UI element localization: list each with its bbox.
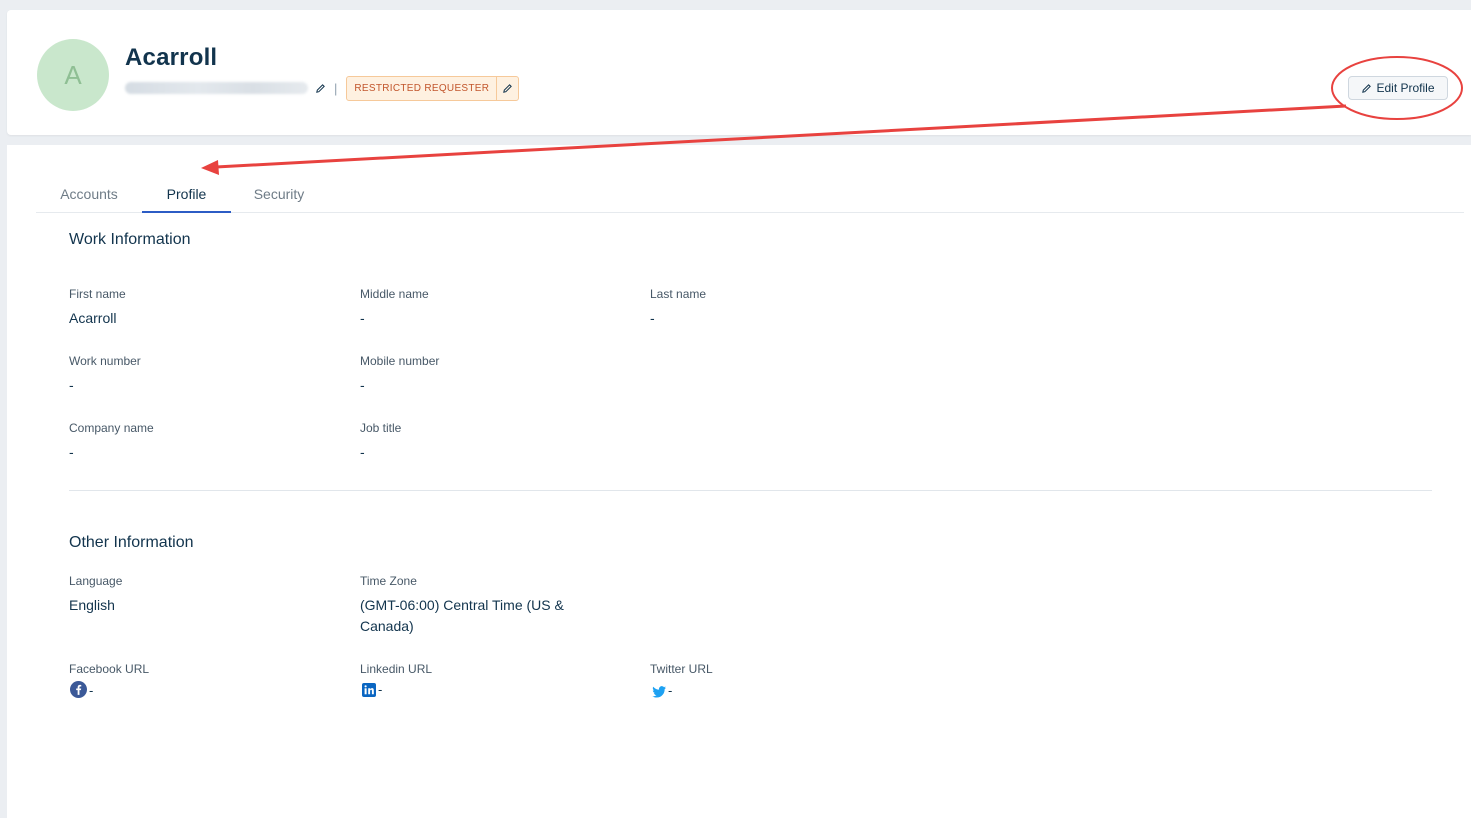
facebook-icon: [70, 681, 87, 698]
email-redacted: [125, 82, 308, 94]
edit-role-pencil-icon[interactable]: [496, 76, 518, 100]
other-information-title: Other Information: [69, 534, 194, 551]
time-zone-label: Time Zone: [360, 574, 417, 588]
twitter-url-value: -: [652, 683, 672, 698]
time-zone-line1: (GMT-06:00) Central Time (US &: [360, 597, 564, 613]
avatar: A: [37, 39, 109, 111]
work-number-value: -: [69, 377, 74, 393]
separator: |: [334, 80, 338, 96]
tab-accounts[interactable]: Accounts: [36, 180, 142, 213]
linkedin-url-value: -: [362, 682, 382, 697]
time-zone-line2: Canada): [360, 618, 414, 634]
facebook-url-text: -: [89, 683, 94, 698]
first-name-value: Acarroll: [69, 310, 117, 326]
facebook-url-value: -: [70, 681, 93, 698]
work-number-label: Work number: [69, 354, 141, 368]
profile-content: Accounts Profile Security Work Informati…: [7, 145, 1471, 818]
pencil-icon: [1362, 83, 1372, 93]
profile-header: A Acarroll | RESTRICTED REQUESTER Edit P…: [7, 10, 1471, 135]
company-name-value: -: [69, 444, 74, 460]
facebook-url-label: Facebook URL: [69, 662, 150, 676]
tab-security[interactable]: Security: [231, 180, 327, 213]
tab-profile[interactable]: Profile: [142, 180, 231, 213]
edit-email-pencil-icon[interactable]: [313, 81, 327, 95]
role-badge: RESTRICTED REQUESTER: [346, 75, 520, 101]
user-name: Acarroll: [125, 44, 218, 71]
company-name-label: Company name: [69, 421, 154, 435]
language-label: Language: [69, 574, 123, 588]
section-divider: [69, 490, 1432, 491]
linkedin-icon: [362, 683, 376, 697]
middle-name-label: Middle name: [360, 287, 429, 301]
job-title-label: Job title: [360, 421, 402, 435]
mobile-number-label: Mobile number: [360, 354, 440, 368]
language-value: English: [69, 597, 115, 613]
edit-profile-button[interactable]: Edit Profile: [1348, 76, 1448, 100]
first-name-label: First name: [69, 287, 126, 301]
email-row: | RESTRICTED REQUESTER: [125, 75, 520, 101]
middle-name-value: -: [360, 310, 365, 326]
mobile-number-value: -: [360, 377, 365, 393]
role-badge-label: RESTRICTED REQUESTER: [354, 82, 490, 94]
avatar-initial: A: [64, 59, 82, 90]
time-zone-value: (GMT-06:00) Central Time (US & Canada): [360, 595, 564, 637]
linkedin-url-text: -: [378, 682, 383, 697]
tab-bar: Accounts Profile Security: [36, 180, 1464, 213]
job-title-value: -: [360, 444, 365, 460]
last-name-value: -: [650, 310, 655, 326]
last-name-label: Last name: [650, 287, 707, 301]
work-information-title: Work Information: [69, 231, 191, 248]
linkedin-url-label: Linkedin URL: [360, 662, 433, 676]
twitter-url-label: Twitter URL: [650, 662, 713, 676]
twitter-url-text: -: [668, 683, 673, 698]
edit-profile-label: Edit Profile: [1376, 81, 1435, 95]
twitter-icon: [652, 686, 666, 698]
